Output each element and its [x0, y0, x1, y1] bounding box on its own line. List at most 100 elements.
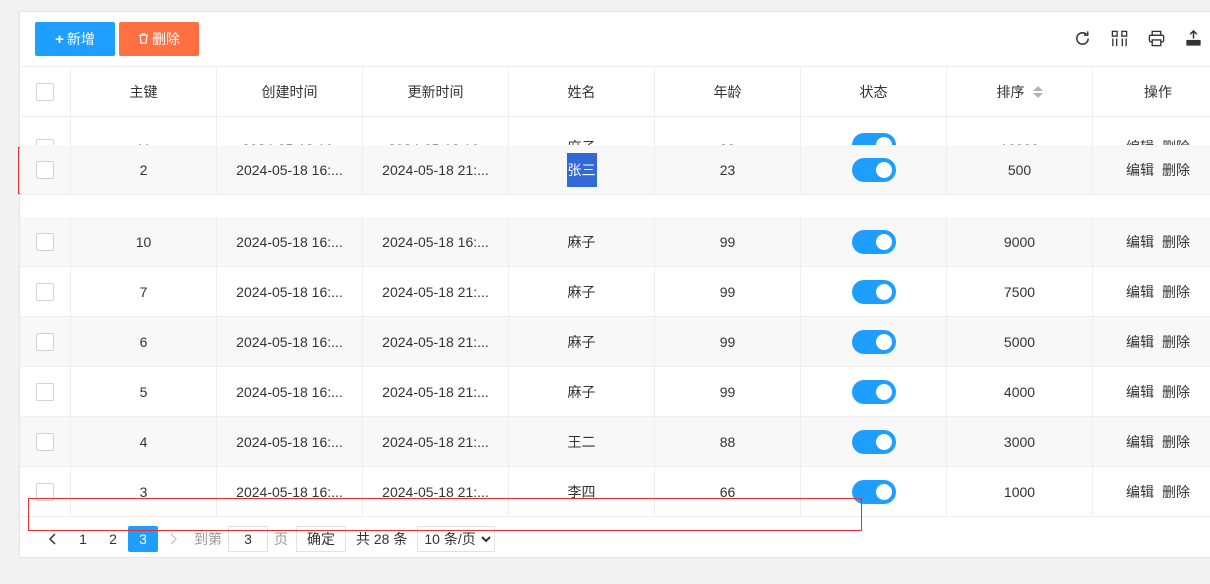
delete-link[interactable]: 删除	[1162, 482, 1190, 502]
cell-id: 11	[71, 117, 217, 145]
cell-status	[801, 217, 947, 266]
cell-name: 麻子	[509, 117, 655, 145]
table-row[interactable]: 5 2024-05-18 16:... 2024-05-18 21:... 麻子 99 4…	[20, 367, 1210, 417]
add-button[interactable]: + 新增	[35, 22, 115, 56]
edit-link[interactable]: 编辑	[1126, 482, 1154, 502]
delete-link[interactable]: 删除	[1162, 432, 1190, 452]
status-toggle[interactable]	[851, 133, 896, 145]
delete-link[interactable]: 删除	[1162, 160, 1190, 180]
page-3-current[interactable]: 3	[128, 526, 158, 552]
goto-confirm-button[interactable]: 确定	[296, 526, 346, 552]
sort-caret-icon[interactable]	[1032, 85, 1043, 98]
cell-id-text: 7	[139, 283, 148, 300]
goto-page-input[interactable]	[228, 526, 268, 552]
page-1[interactable]: 1	[68, 526, 98, 552]
cell-status	[801, 467, 947, 516]
cell-name: 张三	[509, 145, 655, 194]
cell-sort: 3000	[947, 417, 1093, 466]
table-row-partial[interactable]: 112024-05-18 16:2024-05-18 16:麻子9910000编…	[20, 117, 1210, 145]
edit-link[interactable]: 编辑	[1126, 382, 1154, 402]
columns-icon[interactable]	[1110, 29, 1129, 48]
cell-sort-text: 5000	[1003, 333, 1036, 350]
row-checkbox[interactable]	[36, 332, 54, 351]
cell-updated: 2024-05-18 21:...	[363, 467, 509, 516]
cell-created-text: 2024-05-18 16:...	[236, 283, 343, 300]
select-all-checkbox[interactable]	[36, 82, 54, 101]
delete-link[interactable]: 删除	[1162, 332, 1190, 352]
row-select-cell	[20, 217, 71, 266]
cell-created: 2024-05-18 16:...	[217, 317, 363, 366]
header-id[interactable]: 主键	[71, 67, 217, 116]
cell-name: 王二	[509, 417, 655, 466]
row-checkbox[interactable]	[36, 482, 54, 501]
header-sort[interactable]: 排序	[947, 67, 1093, 116]
status-toggle[interactable]	[851, 229, 896, 254]
edit-link[interactable]: 编辑	[1126, 432, 1154, 452]
row-checkbox[interactable]	[36, 160, 54, 179]
edit-link[interactable]: 编辑	[1126, 282, 1154, 302]
cell-actions: 编辑删除	[1093, 467, 1210, 516]
export-icon[interactable]	[1184, 29, 1203, 48]
status-toggle[interactable]	[851, 279, 896, 304]
row-checkbox[interactable]	[36, 382, 54, 401]
table-row[interactable]: 6 2024-05-18 16:... 2024-05-18 21:... 麻子 99 5…	[20, 317, 1210, 367]
header-status[interactable]: 状态	[801, 67, 947, 116]
cell-name-text: 张三	[566, 152, 597, 187]
total-count: 共 28 条	[356, 531, 408, 547]
cell-name-text: 麻子	[567, 283, 596, 300]
cell-updated-text: 2024-05-18 21:...	[382, 383, 489, 400]
refresh-icon[interactable]	[1073, 29, 1092, 48]
table-row[interactable]: 4 2024-05-18 16:... 2024-05-18 21:... 王二 88 3…	[20, 417, 1210, 467]
prev-page-icon[interactable]	[38, 526, 68, 552]
status-toggle[interactable]	[851, 479, 896, 504]
page-size-select[interactable]: 10 条/页	[417, 526, 496, 552]
edit-link[interactable]: 编辑	[1126, 332, 1154, 352]
table-row[interactable]: 10 2024-05-18 16:... 2024-05-18 16:... 麻子 99…	[20, 217, 1210, 267]
status-toggle[interactable]	[851, 429, 896, 454]
cell-age-text: 99	[719, 383, 736, 400]
cell-age: 23	[655, 145, 801, 194]
header-name[interactable]: 姓名	[509, 67, 655, 116]
delete-button-label: 删除	[152, 31, 180, 47]
cell-id: 4	[71, 417, 217, 466]
cell-status	[801, 417, 947, 466]
table-row[interactable]: 7 2024-05-18 16:... 2024-05-18 21:... 麻子 99 7…	[20, 267, 1210, 317]
header-created[interactable]: 创建时间	[217, 67, 363, 116]
next-page-icon[interactable]	[158, 526, 188, 552]
page-2[interactable]: 2	[98, 526, 128, 552]
cell-sort: 500	[947, 145, 1093, 194]
cell-created: 2024-05-18 16:...	[217, 217, 363, 266]
cell-age: 99	[655, 367, 801, 416]
status-toggle[interactable]	[851, 329, 896, 354]
edit-link[interactable]: 编辑	[1126, 232, 1154, 252]
cell-name-text: 李四	[567, 483, 596, 500]
delete-button[interactable]: 删除	[119, 22, 199, 56]
delete-link[interactable]: 删除	[1162, 382, 1190, 402]
cell-id-text: 2	[139, 161, 148, 178]
cell-sort-text: 9000	[1003, 233, 1036, 250]
edit-link[interactable]: 编辑	[1126, 160, 1154, 180]
cell-id-text: 10	[135, 233, 152, 250]
delete-link[interactable]: 删除	[1162, 282, 1190, 302]
delete-link[interactable]: 删除	[1162, 137, 1190, 145]
cell-name-text: 麻子	[568, 137, 596, 145]
cell-age: 99	[655, 217, 801, 266]
cell-id-text: 4	[139, 433, 148, 450]
status-toggle[interactable]	[851, 157, 896, 182]
header-updated[interactable]: 更新时间	[363, 67, 509, 116]
table-row[interactable]: 3 2024-05-18 16:... 2024-05-18 21:... 李四 66 1…	[20, 467, 1210, 517]
cell-sort: 4000	[947, 367, 1093, 416]
edit-link[interactable]: 编辑	[1126, 137, 1154, 145]
cell-actions: 编辑删除	[1093, 117, 1210, 145]
delete-link[interactable]: 删除	[1162, 232, 1190, 252]
cell-sort: 10000	[947, 117, 1093, 145]
row-checkbox[interactable]	[36, 432, 54, 451]
row-checkbox[interactable]	[36, 282, 54, 301]
table-row-dragging[interactable]: 2 2024-05-18 16:... 2024-05-18 21:... 张三 23 5…	[20, 145, 1210, 195]
cell-age: 99	[655, 317, 801, 366]
cell-id-text: 6	[139, 333, 148, 350]
row-checkbox[interactable]	[36, 232, 54, 251]
print-icon[interactable]	[1147, 29, 1166, 48]
status-toggle[interactable]	[851, 379, 896, 404]
header-age[interactable]: 年龄	[655, 67, 801, 116]
